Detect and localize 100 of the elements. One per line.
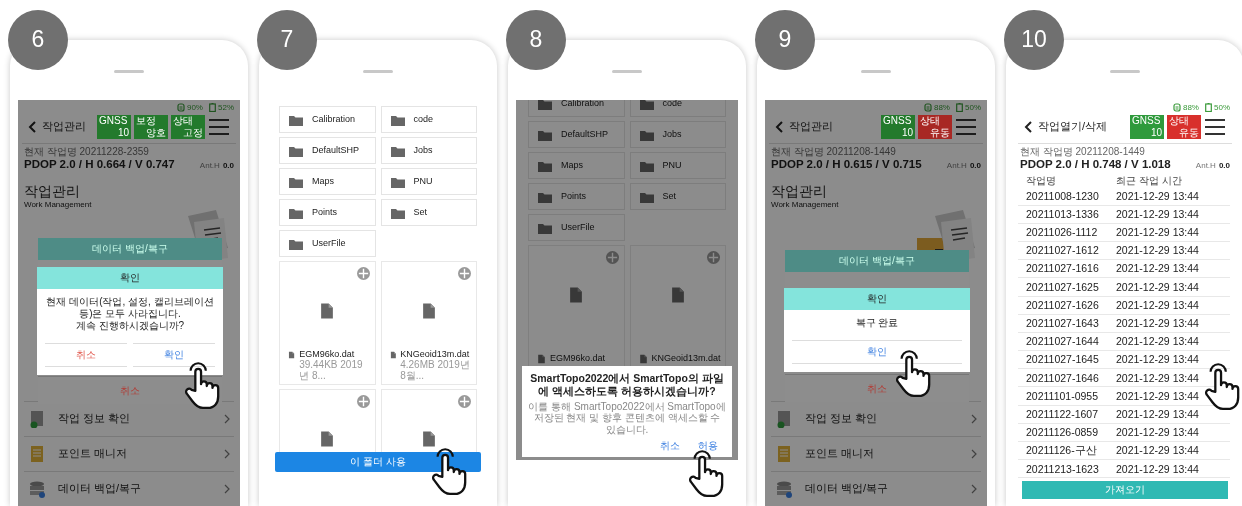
folder-item[interactable]: Points xyxy=(279,199,376,226)
step-number: 6 xyxy=(8,10,68,70)
file-name: KNGeoid13m.dat xyxy=(651,353,721,364)
tile-value: 양호 xyxy=(145,127,166,138)
job-time[interactable]: 2021-12-29 13:44 xyxy=(1116,335,1199,348)
chevron-right-icon xyxy=(971,414,977,424)
file-card[interactable]: EGM96ko.dat xyxy=(528,245,625,369)
job-name[interactable]: 20211027-1625 xyxy=(1026,280,1116,294)
dialog-button[interactable]: 확인 xyxy=(792,340,962,364)
dialog-button[interactable]: 허용 xyxy=(696,438,720,454)
file-card[interactable]: KNGeoid13m.dat 4.26MB 2019년 8월... xyxy=(380,261,477,385)
tile-label: GNSS xyxy=(99,115,129,126)
folder-item[interactable]: PNU xyxy=(380,168,477,195)
folder-item[interactable]: Maps xyxy=(528,152,625,179)
file-card[interactable]: EGM96ko.dat 39.44KB 2019년 8... xyxy=(279,261,376,385)
antenna-value: 0.0 xyxy=(1218,160,1230,171)
info-icon xyxy=(775,410,793,428)
speaker-slot xyxy=(114,70,144,73)
menu-icon[interactable] xyxy=(955,117,977,136)
expand-icon xyxy=(707,251,720,264)
folder-item[interactable]: Calibration xyxy=(279,106,376,133)
folder-item[interactable]: DefaultSHP xyxy=(528,121,625,148)
job-name[interactable]: 20211013-1336 xyxy=(1026,207,1116,221)
job-time[interactable]: 2021-12-29 13:44 xyxy=(1116,207,1199,221)
menu-icon[interactable] xyxy=(1204,117,1226,136)
folder-item[interactable]: DefaultSHP xyxy=(279,137,376,164)
section-title: 작업관리 xyxy=(23,182,81,201)
job-name[interactable]: 20211126-구산 xyxy=(1026,444,1116,457)
confirm-message: 복구 완료 xyxy=(854,316,900,330)
job-name[interactable]: 20211027-1646 xyxy=(1026,371,1116,385)
battery-level: 50% xyxy=(1214,103,1230,113)
folder-item[interactable]: Points xyxy=(528,183,625,210)
job-time[interactable]: 2021-12-29 13:44 xyxy=(1116,262,1199,276)
job-time[interactable]: 2021-12-29 13:44 xyxy=(1116,189,1199,203)
file-card[interactable]: KNGeoid13m.dat xyxy=(629,245,726,369)
job-name[interactable]: 20211122-1607 xyxy=(1026,407,1116,421)
battery-level: 52% xyxy=(218,103,234,113)
job-time[interactable]: 2021-12-29 13:44 xyxy=(1116,389,1199,403)
column-header: 작업명 xyxy=(1026,175,1057,188)
job-time[interactable]: 2021-12-29 13:44 xyxy=(1116,462,1199,476)
file-name: KNGeoid13m.dat xyxy=(400,349,471,360)
dop-readout: PDOP 2.0 / H 0.664 / V 0.747 xyxy=(24,157,175,172)
job-name[interactable]: 20211008-1230 xyxy=(1026,189,1116,203)
folder-item[interactable]: code xyxy=(629,100,726,117)
job-time[interactable]: 2021-12-29 13:44 xyxy=(1116,298,1199,312)
confirm-title: 확인 xyxy=(37,267,223,289)
job-time[interactable]: 2021-12-29 13:44 xyxy=(1116,353,1199,366)
folder-item[interactable]: code xyxy=(380,106,477,133)
job-time[interactable]: 2021-12-29 13:44 xyxy=(1116,444,1199,457)
folder-item[interactable]: Maps xyxy=(279,168,376,195)
folder-item[interactable]: Jobs xyxy=(380,137,477,164)
screen-title: 작업열기/삭제 xyxy=(1038,120,1108,134)
folder-item[interactable]: Set xyxy=(629,183,726,210)
menu-item[interactable]: 포인트 매니저 xyxy=(24,436,234,471)
speaker-slot xyxy=(861,70,891,73)
job-name[interactable]: 20211027-1645 xyxy=(1026,353,1116,366)
file-meta: 39.44KB 2019년 8... xyxy=(299,360,364,381)
job-name[interactable]: 20211027-1644 xyxy=(1026,335,1116,348)
menu-item[interactable]: 데이터 백업/복구 xyxy=(24,471,234,506)
job-time[interactable]: 2021-12-29 13:44 xyxy=(1116,226,1199,239)
folder-item[interactable]: PNU xyxy=(629,152,726,179)
tile-label: 상태 xyxy=(173,115,194,126)
job-name[interactable]: 20211213-1623 xyxy=(1026,462,1116,476)
job-name[interactable]: 20211126-0859 xyxy=(1026,426,1116,439)
menu-item[interactable]: 데이터 백업/복구 xyxy=(771,471,981,506)
folder-item[interactable]: UserFile xyxy=(279,230,376,257)
use-folder-button[interactable]: 이 폴더 사용 xyxy=(275,452,481,472)
dialog-button[interactable]: 취소 xyxy=(45,343,127,367)
tile-value: 고정 xyxy=(182,127,203,138)
screen-title: 작업관리 xyxy=(42,120,86,134)
job-name[interactable]: 20211027-1616 xyxy=(1026,262,1116,276)
job-time[interactable]: 2021-12-29 13:44 xyxy=(1116,426,1199,439)
chevron-right-icon xyxy=(224,484,230,494)
job-name[interactable]: 20211026-1112 xyxy=(1026,226,1116,239)
menu-icon[interactable] xyxy=(208,117,230,136)
menu-item[interactable]: 포인트 매니저 xyxy=(771,436,981,471)
antenna-label: Ant.H xyxy=(1195,160,1216,171)
points-icon xyxy=(28,445,46,463)
folder-item[interactable]: UserFile xyxy=(528,214,625,241)
job-name[interactable]: 20211027-1612 xyxy=(1026,244,1116,257)
job-name[interactable]: 20211027-1643 xyxy=(1026,317,1116,330)
confirm-message: 현재 데이터(작업, 설정, 캘리브레이션 등)은 모두 사라집니다. 계속 진행하시겠습니까? xyxy=(45,295,215,333)
job-time[interactable]: 2021-12-29 13:44 xyxy=(1116,244,1199,257)
folder-item[interactable]: Calibration xyxy=(528,100,625,117)
job-time[interactable]: 2021-12-29 13:44 xyxy=(1116,407,1199,421)
folder-item[interactable]: Jobs xyxy=(629,121,726,148)
back-icon[interactable] xyxy=(1024,120,1032,133)
document-icon xyxy=(537,353,546,365)
job-name[interactable]: 20211101-0955 xyxy=(1026,389,1116,403)
dialog-button[interactable]: 확인 xyxy=(133,343,215,367)
job-name[interactable]: 20211027-1626 xyxy=(1026,298,1116,312)
job-time[interactable]: 2021-12-29 13:44 xyxy=(1116,280,1199,294)
dialog-button[interactable]: 취소 xyxy=(658,438,682,454)
folder-item[interactable]: Set xyxy=(380,199,477,226)
chevron-right-icon xyxy=(224,414,230,424)
current-job-label: 현재 작업명 20211208-1449 xyxy=(1019,144,1146,158)
job-time[interactable]: 2021-12-29 13:44 xyxy=(1116,317,1199,330)
tile-value: 10 xyxy=(116,127,129,138)
job-time[interactable]: 2021-12-29 13:44 xyxy=(1116,371,1199,385)
speaker-slot xyxy=(612,70,642,73)
